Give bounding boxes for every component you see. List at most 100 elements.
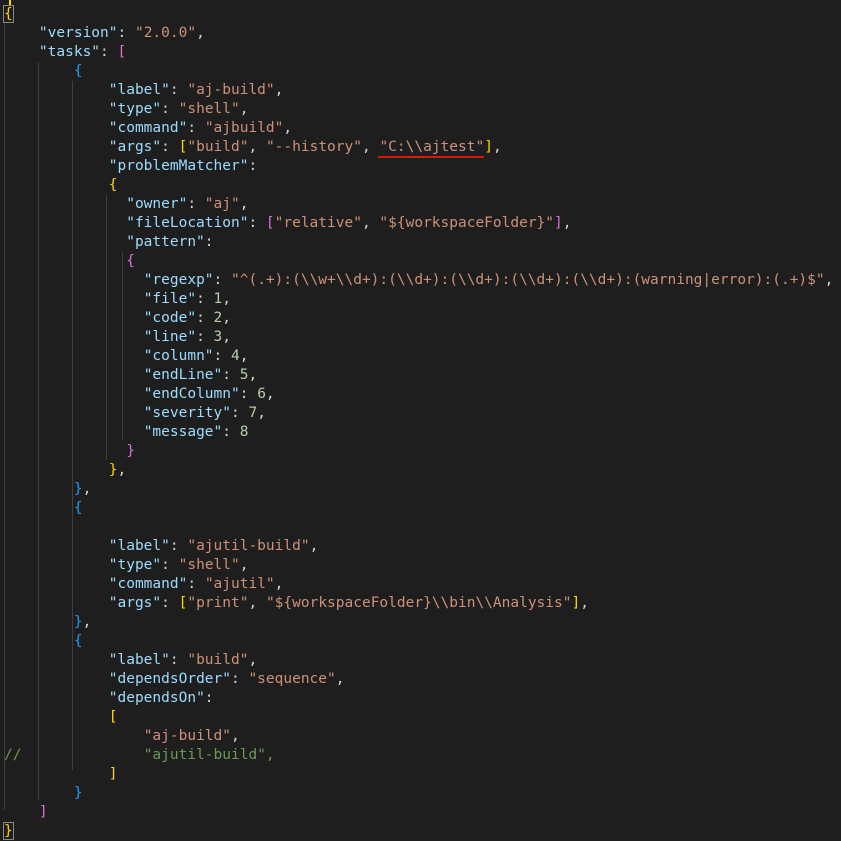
- code-token: ,: [239, 348, 249, 364]
- code-line[interactable]: "command": "ajutil",: [4, 575, 284, 594]
- code-line[interactable]: "endLine": 5,: [4, 366, 258, 385]
- code-token: "C:\\ajtest": [379, 139, 485, 155]
- code-token: :: [169, 652, 188, 668]
- code-line[interactable]: }: [4, 784, 83, 803]
- code-line[interactable]: {: [4, 176, 118, 195]
- code-token: "^(.+):(\\w+\\d+):(\\d+):(\\d+):(\\d+):(…: [231, 272, 825, 288]
- code-editor[interactable]: { "version": "2.0.0", "tasks": [ { "labe…: [0, 0, 841, 840]
- code-line[interactable]: "command": "ajbuild",: [4, 119, 292, 138]
- code-line[interactable]: },: [4, 613, 91, 632]
- code-line[interactable]: ]: [4, 765, 118, 784]
- code-token: :: [187, 196, 205, 212]
- code-line[interactable]: "problemMatcher":: [4, 157, 257, 176]
- code-token: "args": [108, 595, 162, 611]
- code-token: [: [108, 709, 118, 725]
- code-line[interactable]: },: [4, 480, 91, 499]
- code-line[interactable]: "label": "ajutil-build",: [4, 537, 319, 556]
- code-line[interactable]: "args": ["print", "${workspaceFolder}\\b…: [4, 594, 589, 613]
- error-underline: [378, 156, 484, 158]
- code-line[interactable]: "fileLocation": ["relative", "${workspac…: [4, 214, 571, 233]
- code-line[interactable]: "file": 1,: [4, 290, 231, 309]
- code-token: ,: [248, 139, 266, 155]
- code-token: "label": [108, 538, 170, 554]
- code-token: "${workspaceFolder}": [379, 215, 555, 231]
- code-token: {: [73, 633, 83, 649]
- code-token: "line": [143, 329, 197, 345]
- code-line[interactable]: "severity": 7,: [4, 404, 266, 423]
- code-line[interactable]: "aj-build",: [4, 727, 240, 746]
- code-line[interactable]: "pattern":: [4, 233, 213, 252]
- code-token: :: [222, 424, 240, 440]
- code-line[interactable]: ]: [4, 803, 48, 822]
- code-token: "2.0.0": [134, 25, 197, 41]
- code-token: 2: [213, 310, 223, 326]
- code-token: :: [248, 158, 258, 174]
- code-token: "command": [108, 576, 188, 592]
- code-token: :: [248, 215, 266, 231]
- code-token: :: [196, 291, 214, 307]
- code-token: ,: [222, 291, 232, 307]
- code-line[interactable]: "code": 2,: [4, 309, 231, 328]
- code-line[interactable]: {: [4, 252, 135, 271]
- code-line[interactable]: [: [4, 708, 118, 727]
- code-token: //: [4, 747, 22, 763]
- code-line[interactable]: "dependsOrder": "sequence",: [4, 670, 345, 689]
- code-token: 1: [213, 291, 223, 307]
- code-line[interactable]: "column": 4,: [4, 347, 249, 366]
- code-line[interactable]: "owner": "aj",: [4, 195, 248, 214]
- code-line[interactable]: "line": 3,: [4, 328, 231, 347]
- code-token: ,: [361, 215, 380, 231]
- code-token: ,: [222, 329, 232, 345]
- code-line[interactable]: "dependsOn":: [4, 689, 214, 708]
- code-line[interactable]: "type": "shell",: [4, 100, 249, 119]
- code-token: :: [100, 44, 118, 60]
- code-line[interactable]: "label": "aj-build",: [4, 81, 284, 100]
- code-token: 8: [239, 424, 249, 440]
- code-line[interactable]: "endColumn": 6,: [4, 385, 275, 404]
- code-token: ,: [222, 310, 232, 326]
- code-token: "aj-build": [143, 728, 231, 744]
- code-line[interactable]: {: [4, 62, 83, 81]
- code-token: "code": [143, 310, 197, 326]
- code-line[interactable]: "tasks": [: [4, 43, 126, 62]
- code-token: ,: [239, 196, 249, 212]
- code-line[interactable]: {: [3, 5, 14, 24]
- code-line[interactable]: },: [4, 461, 126, 480]
- code-line[interactable]: "regexp": "^(.+):(\\w+\\d+):(\\d+):(\\d+…: [4, 271, 834, 290]
- code-line[interactable]: // "ajutil-build",: [4, 746, 275, 765]
- code-token: "version": [38, 25, 118, 41]
- code-line[interactable]: "label": "build",: [4, 651, 257, 670]
- code-line[interactable]: }: [3, 822, 14, 841]
- code-line[interactable]: {: [4, 499, 83, 518]
- code-line[interactable]: "type": "shell",: [4, 556, 249, 575]
- code-token: "sequence": [248, 671, 336, 687]
- code-line[interactable]: }: [4, 442, 135, 461]
- code-token: "dependsOn": [108, 690, 205, 706]
- code-line[interactable]: "args": ["build", "--history", "C:\\ajte…: [4, 138, 502, 157]
- code-token: :: [230, 671, 249, 687]
- code-line[interactable]: "version": "2.0.0",: [4, 24, 205, 43]
- code-line[interactable]: {: [4, 632, 83, 651]
- code-token: {: [73, 500, 83, 516]
- code-token: :: [187, 120, 205, 136]
- code-line[interactable]: "message": 8: [4, 423, 249, 442]
